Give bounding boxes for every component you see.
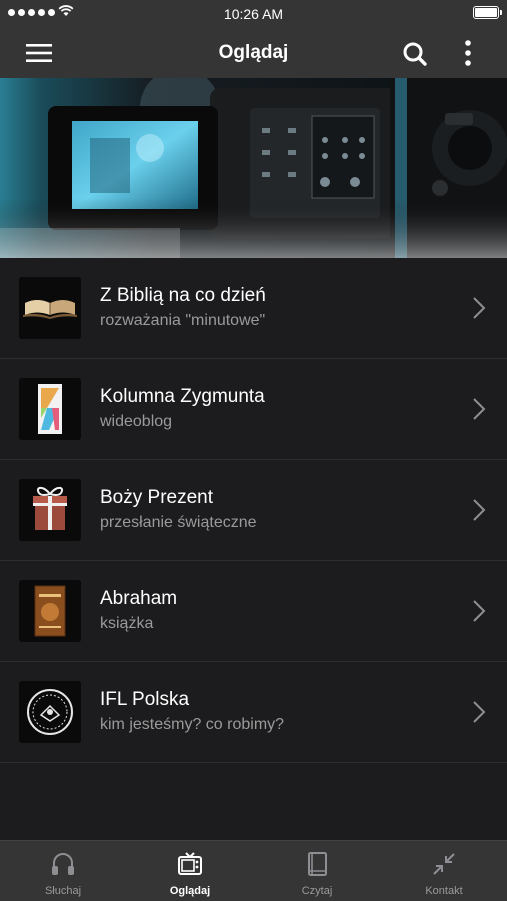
item-subtitle: przesłanie świąteczne xyxy=(100,514,257,531)
book-cover-icon xyxy=(19,580,81,642)
hero-banner-image xyxy=(0,78,507,258)
navigation-bar: Oglądaj xyxy=(0,28,507,78)
book-icon xyxy=(308,852,327,876)
item-subtitle: rozważania "minutowe" xyxy=(100,312,266,329)
open-bible-icon xyxy=(19,277,81,339)
list-item[interactable]: IFL Polska kim jesteśmy? co robimy? xyxy=(0,662,507,763)
chevron-right-icon xyxy=(473,701,486,723)
chevron-right-icon xyxy=(473,600,486,622)
tab-label: Słuchaj xyxy=(44,885,82,897)
battery-icon xyxy=(473,6,502,19)
chevron-right-icon xyxy=(473,499,486,521)
tab-kontakt[interactable]: Kontakt xyxy=(381,841,507,901)
item-subtitle: kim jesteśmy? co robimy? xyxy=(100,716,285,733)
list-item[interactable]: Abraham książka xyxy=(0,561,507,662)
headphones-icon xyxy=(52,853,74,875)
tab-czytaj[interactable]: Czytaj xyxy=(254,841,380,901)
status-time: 10:26 AM xyxy=(223,6,284,22)
search-icon[interactable] xyxy=(400,39,430,69)
status-bar: 10:26 AM xyxy=(0,0,507,28)
page-title: Oglądaj xyxy=(218,42,289,63)
list-item[interactable]: Kolumna Zygmunta wideoblog xyxy=(0,359,507,460)
item-title: Boży Prezent xyxy=(100,487,213,508)
tab-label: Kontakt xyxy=(425,885,463,897)
list-item[interactable]: Boży Prezent przesłanie świąteczne xyxy=(0,460,507,561)
list-item[interactable]: Z Biblią na co dzień rozważania "minutow… xyxy=(0,258,507,359)
item-title: Z Biblią na co dzień xyxy=(100,285,266,306)
tab-label: Oglądaj xyxy=(169,885,211,897)
item-title: IFL Polska xyxy=(100,689,190,710)
tab-label: Czytaj xyxy=(301,885,333,897)
gift-icon xyxy=(19,479,81,541)
video-list: Z Biblią na co dzień rozważania "minutow… xyxy=(0,258,507,763)
chevron-right-icon xyxy=(473,297,486,319)
item-subtitle: wideoblog xyxy=(100,413,173,430)
contract-arrows-icon xyxy=(433,853,455,875)
ifl-seal-icon xyxy=(19,681,81,743)
tv-icon xyxy=(178,852,202,875)
tab-bar: Słuchaj Oglądaj Czytaj Kontakt xyxy=(0,840,507,901)
item-subtitle: książka xyxy=(100,615,154,632)
item-title: Abraham xyxy=(100,588,178,609)
item-title: Kolumna Zygmunta xyxy=(100,386,265,407)
chevron-right-icon xyxy=(473,398,486,420)
tab-ogladaj[interactable]: Oglądaj xyxy=(127,841,253,901)
more-options-icon[interactable] xyxy=(456,38,480,68)
tab-sluchaj[interactable]: Słuchaj xyxy=(0,841,126,901)
kz-logo-icon xyxy=(19,378,81,440)
